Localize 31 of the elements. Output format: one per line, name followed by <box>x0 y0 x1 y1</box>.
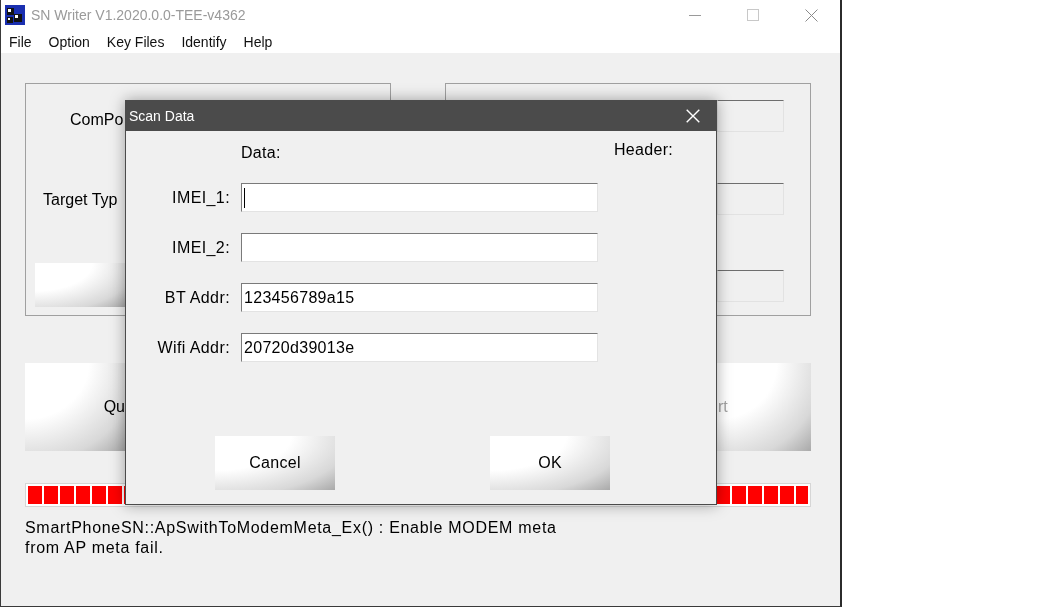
text-field[interactable] <box>717 183 784 215</box>
status-message: SmartPhoneSN::ApSwithToModemMeta_Ex() : Enable MODEM meta from AP meta fail. <box>25 518 558 558</box>
input-field[interactable] <box>241 183 598 212</box>
minimize-icon <box>689 14 701 16</box>
dialog-button[interactable]: OK <box>490 436 610 490</box>
action-button[interactable]: Qu <box>25 363 125 451</box>
maximize-icon <box>747 9 759 21</box>
input-field[interactable]: 20720d39013e <box>241 333 598 362</box>
field-label: Target Typ <box>43 191 118 209</box>
input-field[interactable] <box>241 233 598 262</box>
text-field[interactable] <box>717 100 784 132</box>
field-label: IMEI_1: <box>172 188 230 207</box>
dialog-button[interactable]: Cancel <box>215 436 335 490</box>
field-label: ComPo <box>70 111 124 129</box>
input-field[interactable]: 123456789a15 <box>241 283 598 312</box>
window-title: SN Writer V1.2020.0.0-TEE-v4362 <box>31 5 246 25</box>
menu-item[interactable]: File <box>4 32 37 51</box>
field-label: IMEI_2: <box>172 238 230 257</box>
close-icon <box>804 8 818 22</box>
column-header: Header: <box>614 141 674 160</box>
text-field[interactable] <box>717 270 784 302</box>
dialog-title: Scan Data <box>129 106 195 126</box>
field-label: Wifi Addr: <box>157 338 230 357</box>
close-icon <box>686 109 700 123</box>
column-header: Data: <box>241 144 281 161</box>
menu-item[interactable]: Help <box>238 32 278 51</box>
app-icon <box>5 5 25 25</box>
menu-item[interactable]: Identify <box>176 32 232 51</box>
menu-item[interactable]: Option <box>43 32 95 51</box>
field-label: BT Addr: <box>164 288 230 307</box>
menu-item[interactable]: Key Files <box>101 32 170 51</box>
